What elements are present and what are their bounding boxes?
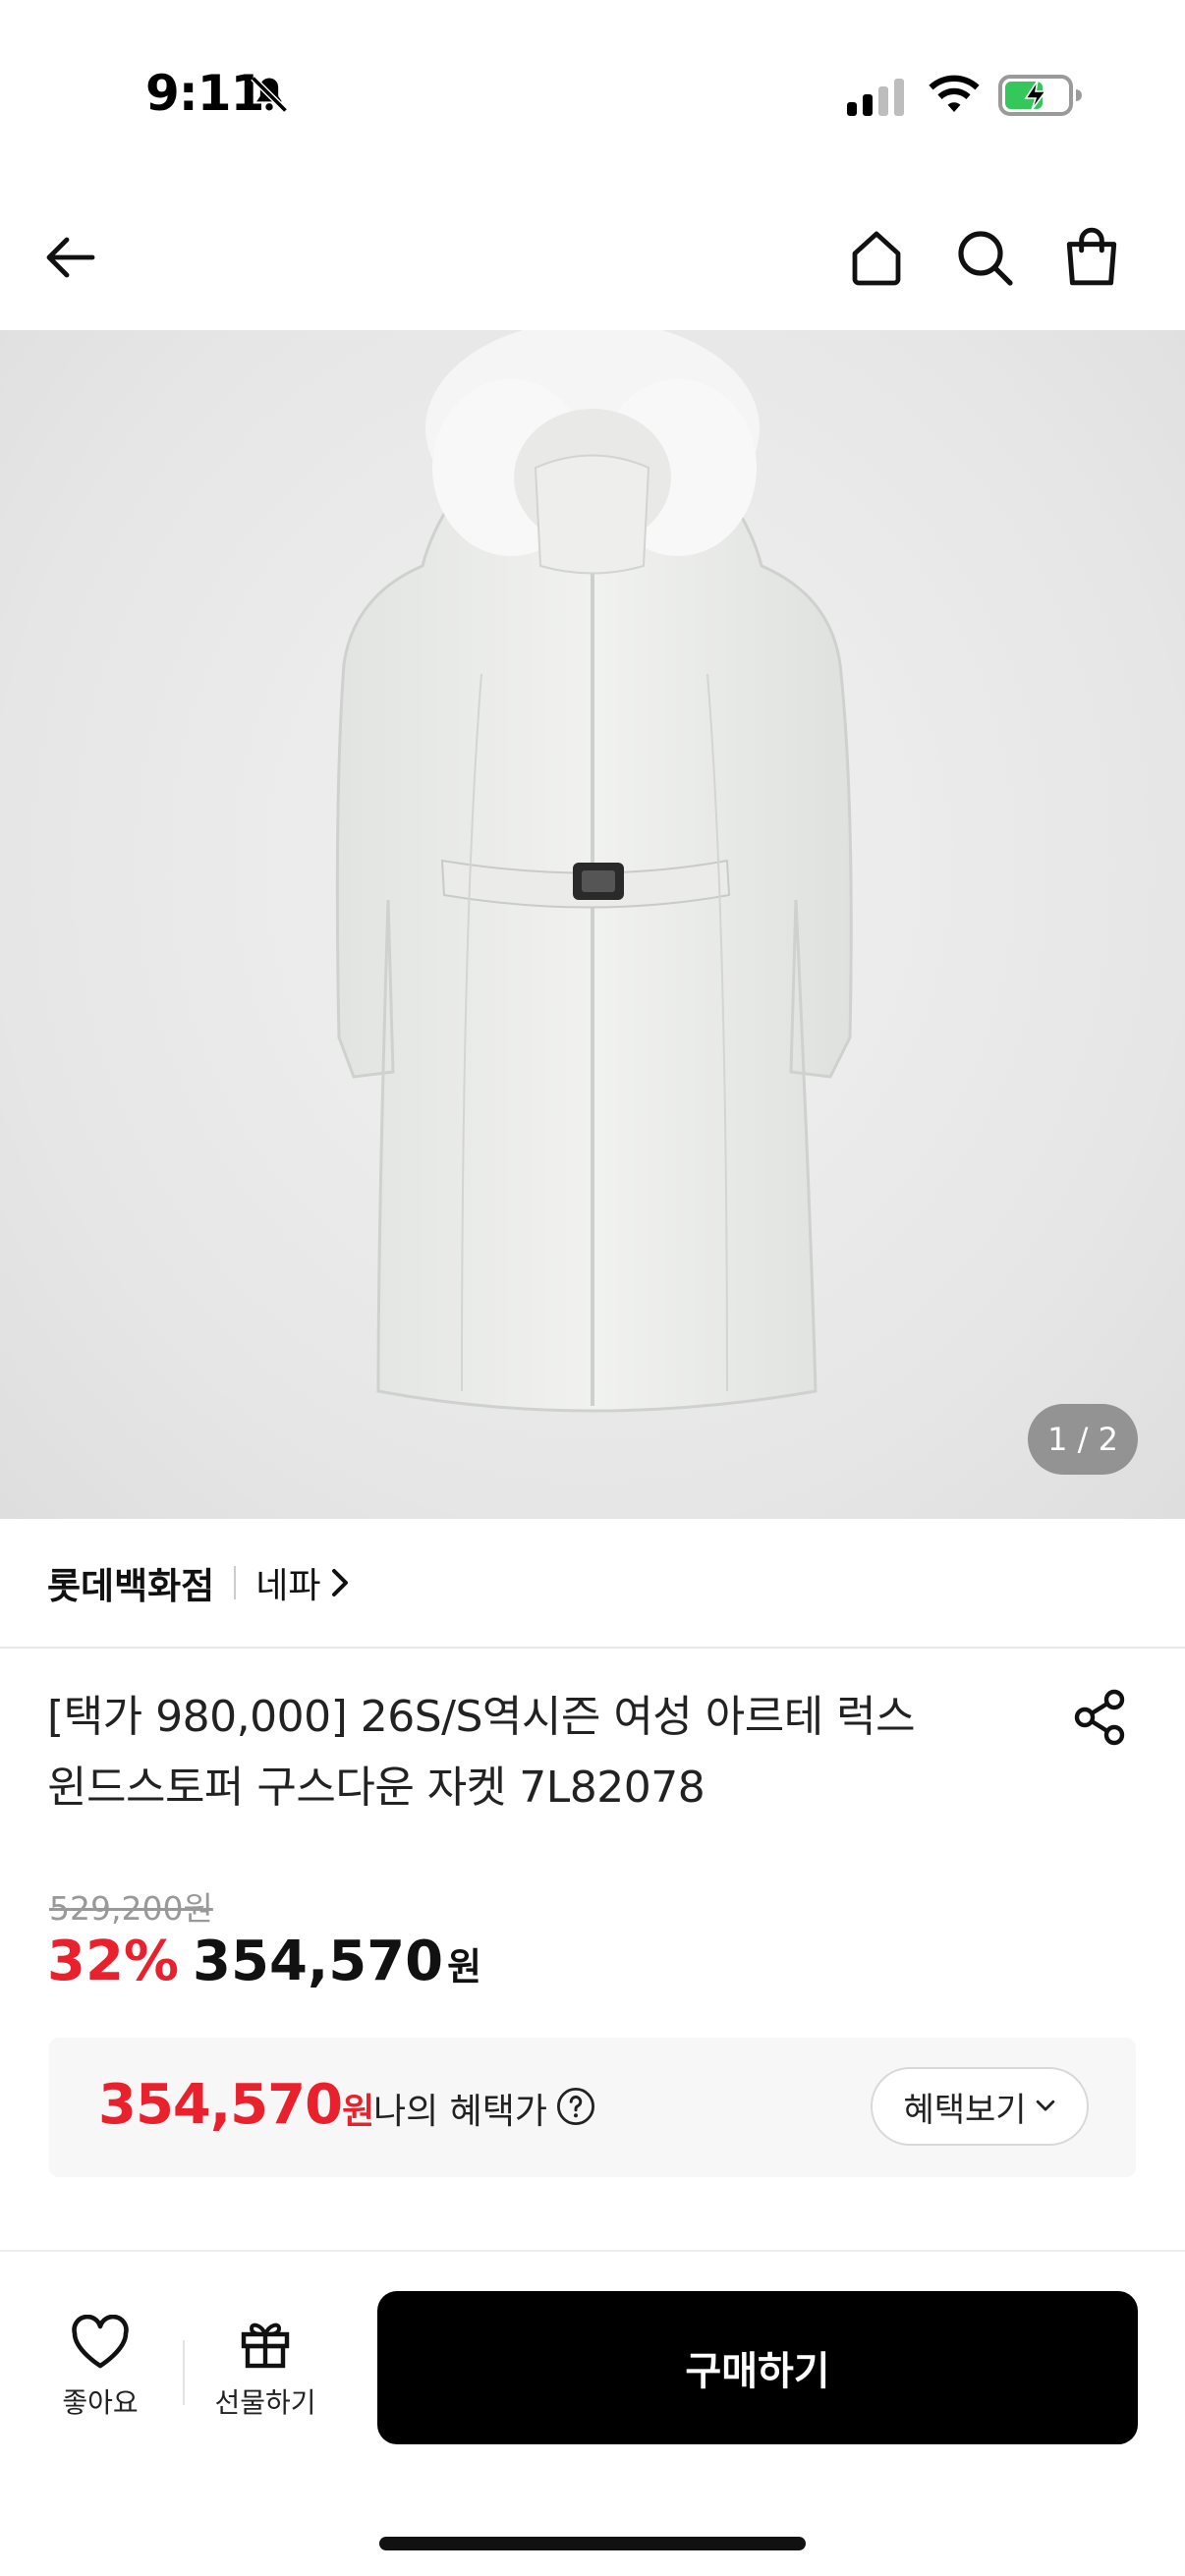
- home-icon[interactable]: [845, 226, 908, 289]
- chevron-right-icon: [332, 1569, 349, 1596]
- back-arrow-icon[interactable]: [39, 226, 102, 289]
- product-title-line-2: 윈드스토퍼 구스다운 자켓 7L82078: [47, 1763, 705, 1813]
- chevron-down-icon: [1036, 2100, 1054, 2111]
- benefit-price: 354,570원: [98, 2073, 374, 2137]
- search-icon[interactable]: [953, 226, 1016, 289]
- wifi-icon: [929, 75, 980, 112]
- store-name[interactable]: 롯데백화점: [47, 1556, 214, 1609]
- gift-label: 선물하기: [214, 2386, 316, 2419]
- like-button[interactable]: 좋아요: [49, 2315, 151, 2433]
- brand-name-link[interactable]: 네파: [255, 1557, 320, 1608]
- bottom-bar-divider: [183, 2340, 185, 2405]
- sale-price: 354,570: [193, 1930, 444, 1993]
- benefit-price-box: 354,570원 나의 혜택가 혜택보기: [49, 2038, 1136, 2177]
- status-time: 9:11: [145, 65, 264, 122]
- view-benefits-label: 혜택보기: [903, 2090, 1027, 2130]
- shopping-bag-icon[interactable]: [1059, 224, 1124, 289]
- status-bar: 9:11: [0, 0, 1185, 187]
- question-circle-icon[interactable]: [556, 2087, 595, 2126]
- product-title-line-1: [택가 980,000] 26S/S역시즌 여성 아르테 럭스: [47, 1692, 916, 1742]
- image-page-indicator: 1 / 2: [1028, 1404, 1138, 1475]
- buy-button[interactable]: 구매하기: [377, 2291, 1138, 2444]
- discount-rate: 32%: [47, 1930, 180, 1993]
- view-benefits-button[interactable]: 혜택보기: [871, 2067, 1089, 2146]
- product-title: [택가 980,000] 26S/S역시즌 여성 아르테 럭스 윈드스토퍼 구스…: [47, 1682, 1010, 1823]
- cellular-signal-icon: [847, 79, 904, 116]
- bell-muted-icon: [251, 76, 288, 113]
- brand-row[interactable]: 롯데백화점 네파: [0, 1519, 1185, 1649]
- bottom-action-bar: 좋아요 선물하기 구매하기: [0, 2250, 1185, 2576]
- share-icon[interactable]: [1071, 1688, 1130, 1747]
- product-image-carousel[interactable]: 1 / 2: [0, 330, 1185, 1519]
- brand-divider: [234, 1566, 237, 1599]
- like-label: 좋아요: [62, 2386, 139, 2419]
- original-price: 529,200원: [49, 1889, 213, 1928]
- benefit-price-value: 354,570: [98, 2073, 343, 2137]
- gift-button[interactable]: 선물하기: [206, 2315, 324, 2433]
- gift-icon: [241, 2323, 290, 2369]
- top-navigation: [0, 187, 1185, 330]
- benefit-price-unit: 원: [342, 2092, 374, 2132]
- heart-icon: [72, 2315, 129, 2369]
- home-indicator[interactable]: [379, 2537, 806, 2550]
- price-row: 32% 354,570 원: [47, 1930, 481, 1993]
- product-photo-down-coat: [335, 330, 853, 1413]
- battery-charging-icon: [998, 75, 1082, 116]
- benefit-label: 나의 혜택가: [373, 2092, 548, 2132]
- sale-price-unit: 원: [447, 1945, 482, 1988]
